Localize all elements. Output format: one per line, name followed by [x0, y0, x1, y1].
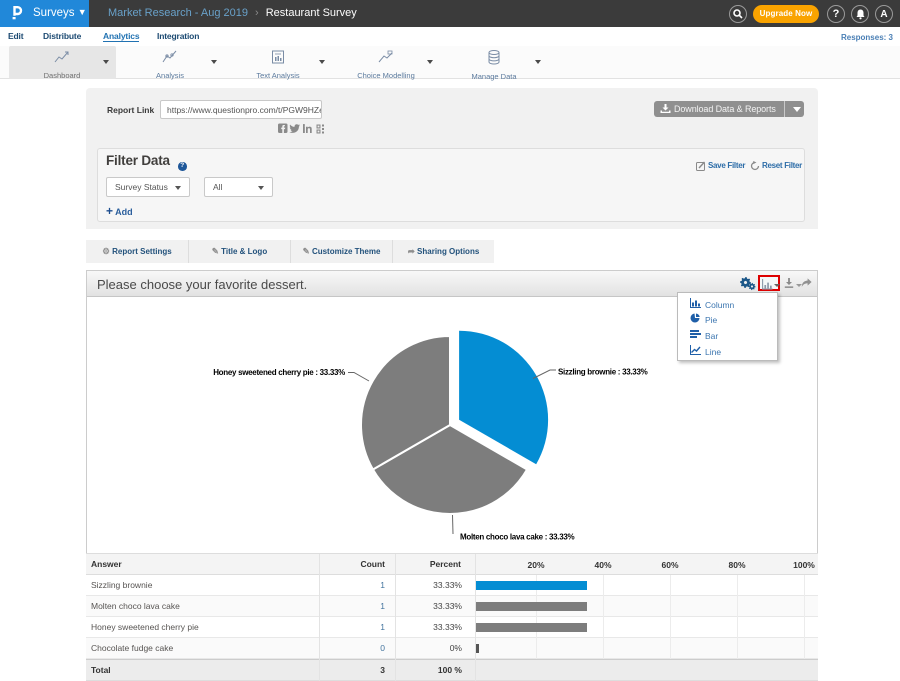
svg-text:Honey sweetened cherry pie : 3: Honey sweetened cherry pie : 33.33%: [213, 368, 345, 377]
svg-text:Molten choco lava cake : 33.33: Molten choco lava cake : 33.33%: [460, 533, 574, 542]
svg-text:Sizzling brownie : 33.33%: Sizzling brownie : 33.33%: [558, 368, 648, 377]
